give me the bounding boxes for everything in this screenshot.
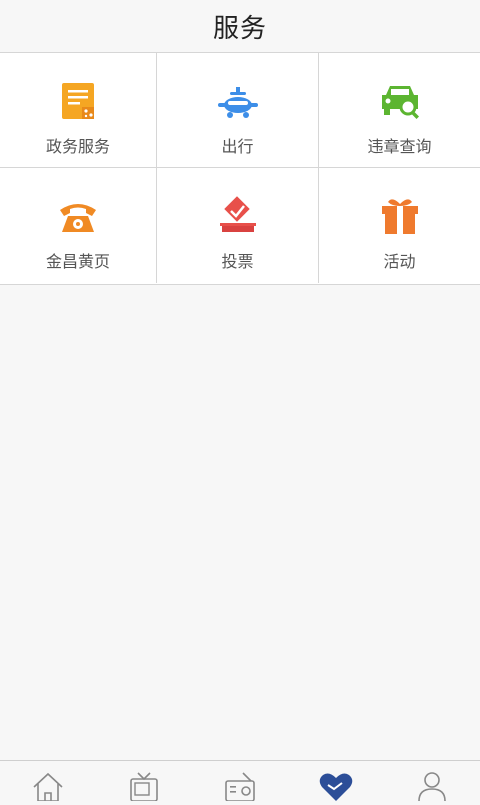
- gift-icon: [378, 194, 422, 238]
- service-activities[interactable]: 活动: [319, 168, 480, 283]
- tab-home[interactable]: [0, 761, 96, 802]
- service-travel[interactable]: 出行: [157, 53, 319, 168]
- service-violation-query[interactable]: 违章查询: [319, 53, 480, 168]
- service-label: 违章查询: [367, 137, 432, 156]
- service-label: 活动: [383, 252, 416, 271]
- page-title: 服务: [212, 13, 267, 44]
- ballot-box-icon: [216, 194, 260, 238]
- tab-radio[interactable]: [192, 761, 288, 802]
- gov-document-icon: [56, 79, 100, 123]
- top-bar: 服务: [0, 0, 480, 53]
- tab-profile[interactable]: [384, 761, 480, 802]
- services-grid: 政务服务 出行 违章查询 金昌黄页 投票 活动: [0, 53, 480, 285]
- tab-tv[interactable]: [96, 761, 192, 802]
- service-gov-services[interactable]: 政务服务: [0, 53, 157, 168]
- service-label: 政务服务: [45, 137, 110, 156]
- service-label: 出行: [221, 137, 254, 156]
- bottom-tab-bar: [0, 760, 480, 802]
- tab-services[interactable]: [288, 761, 384, 801]
- telephone-icon: [56, 194, 100, 238]
- service-label: 金昌黄页: [45, 252, 110, 271]
- service-label: 投票: [221, 252, 254, 271]
- service-vote[interactable]: 投票: [157, 168, 319, 283]
- service-yellow-pages[interactable]: 金昌黄页: [0, 168, 157, 283]
- airplane-icon: [216, 79, 260, 123]
- car-search-icon: [378, 79, 422, 123]
